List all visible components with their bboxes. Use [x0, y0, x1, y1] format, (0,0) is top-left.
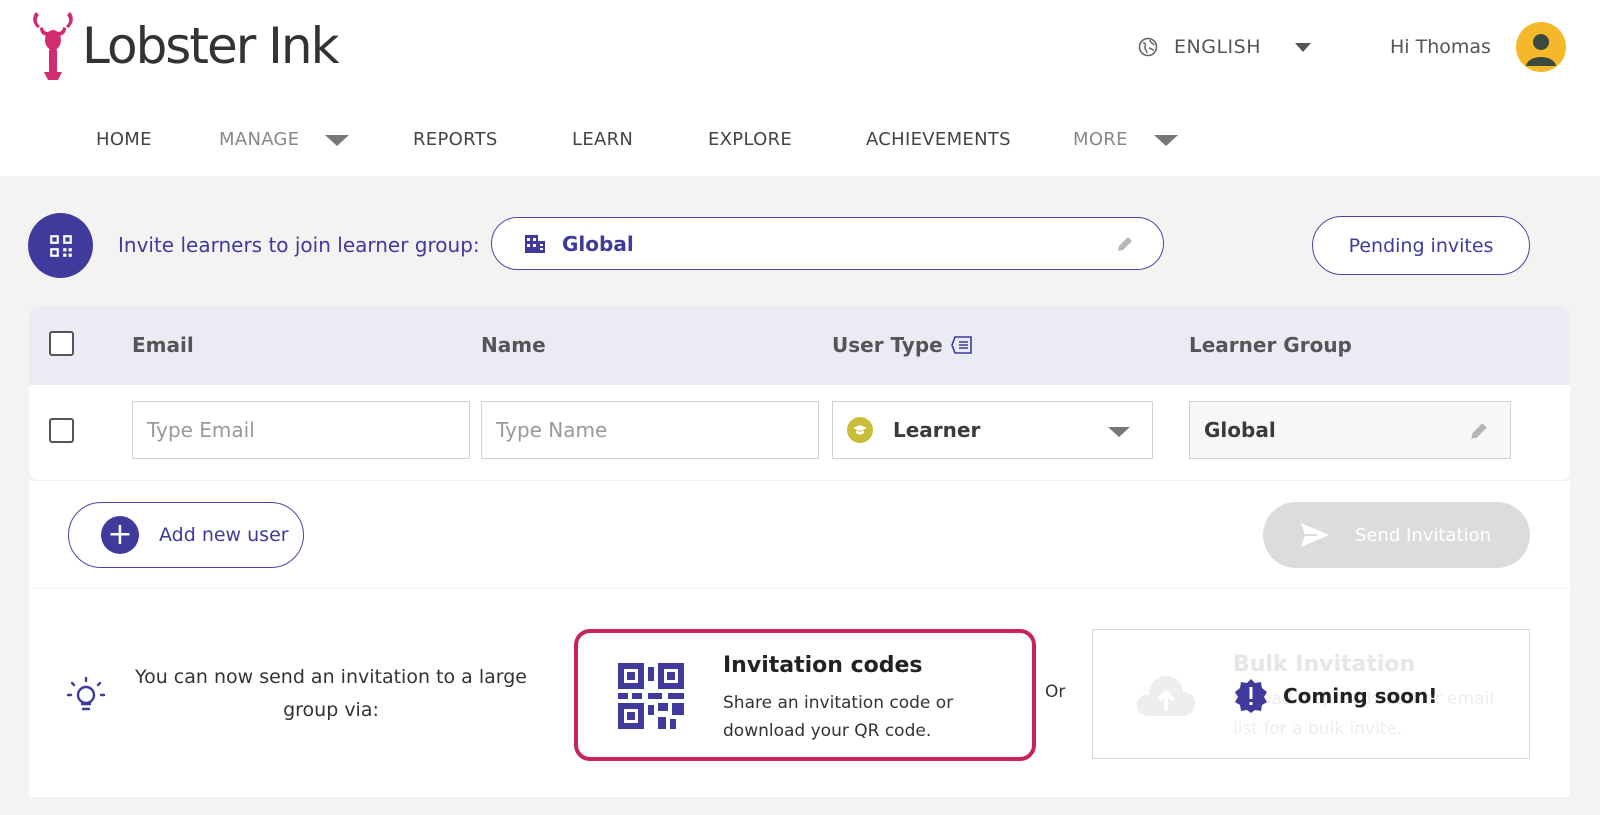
invitation-codes-card[interactable]: Invitation codes Share an invitation cod…	[574, 629, 1036, 761]
language-selector[interactable]: ENGLISH	[1138, 33, 1311, 61]
header-learner-group: Learner Group	[1189, 333, 1352, 357]
name-placeholder: Type Name	[496, 418, 608, 442]
header-divider	[29, 382, 1570, 385]
header-email: Email	[132, 333, 194, 357]
nav-manage-label: MANAGE	[219, 129, 300, 150]
nav-explore[interactable]: EXPLORE	[708, 124, 792, 156]
send-invitation-button[interactable]: Send Invitation	[1263, 502, 1530, 568]
chevron-down-icon	[1153, 134, 1178, 146]
learner-group-field-value: Global	[1204, 418, 1276, 442]
nav-more[interactable]: MORE	[1073, 124, 1178, 156]
plus-icon: +	[101, 516, 139, 554]
invitation-codes-title: Invitation codes	[723, 653, 923, 678]
globe-icon	[1138, 37, 1158, 57]
graduation-cap-icon	[847, 417, 873, 443]
nav-home[interactable]: HOME	[96, 124, 152, 156]
email-field[interactable]: Type Email	[132, 401, 470, 459]
lobster-icon	[33, 12, 73, 80]
coming-soon-badge: Coming soon!	[1233, 678, 1437, 714]
user-icon	[1526, 34, 1556, 66]
avatar[interactable]	[1516, 22, 1566, 72]
cloud-upload-icon	[1136, 675, 1196, 716]
alert-badge-icon	[1235, 679, 1267, 713]
qr-badge	[28, 213, 93, 278]
learner-group-field[interactable]: Global	[1189, 401, 1511, 459]
pencil-icon[interactable]	[1115, 234, 1135, 254]
user-greeting: Hi Thomas	[1390, 36, 1491, 58]
info-list-icon[interactable]	[950, 335, 973, 355]
qr-code-icon	[49, 234, 72, 257]
invite-label: Invite learners to join learner group:	[118, 233, 480, 257]
name-field[interactable]: Type Name	[481, 401, 819, 459]
email-placeholder: Type Email	[147, 418, 255, 442]
header-user-type-label: User Type	[832, 333, 943, 357]
building-icon	[525, 234, 545, 253]
table-header: Email Name User Type Learner Group	[29, 306, 1570, 382]
lightbulb-icon	[66, 676, 106, 711]
bulk-invitation-title: Bulk Invitation	[1233, 652, 1416, 677]
row-checkbox[interactable]	[49, 418, 74, 443]
bulk-hint-text: You can now send an invitation to a larg…	[135, 666, 527, 721]
nav-learn[interactable]: LEARN	[572, 124, 633, 156]
brand-name: Lobster Ink	[82, 17, 340, 75]
select-all-checkbox[interactable]	[49, 331, 74, 356]
chevron-down-icon	[1108, 427, 1130, 437]
learner-group-select[interactable]: Global	[491, 217, 1164, 270]
or-separator: Or	[1045, 682, 1066, 702]
top-header: Lobster Ink ENGLISH Hi Thomas HOME MANAG…	[0, 0, 1600, 176]
chevron-down-icon	[325, 134, 350, 146]
nav-achievements[interactable]: ACHIEVEMENTS	[866, 124, 1011, 156]
pencil-icon[interactable]	[1468, 420, 1490, 442]
bulk-options-panel: You can now send an invitation to a larg…	[29, 589, 1570, 797]
nav-more-label: MORE	[1073, 129, 1128, 150]
chevron-down-icon	[1294, 42, 1311, 52]
nav-manage[interactable]: MANAGE	[219, 124, 350, 156]
user-type-select[interactable]: Learner	[832, 401, 1153, 459]
qr-code-icon	[618, 663, 684, 729]
add-user-button[interactable]: + Add new user	[68, 502, 304, 568]
header-name: Name	[481, 333, 546, 357]
invite-table: Email Name User Type Learner Group Type …	[29, 306, 1570, 480]
nav-reports[interactable]: REPORTS	[413, 124, 498, 156]
bulk-invitation-card: Bulk Invitation Upload a spreadsheet or …	[1092, 629, 1530, 759]
send-invitation-label: Send Invitation	[1355, 524, 1491, 546]
main-nav: HOME MANAGE REPORTS LEARN EXPLORE ACHIEV…	[0, 124, 1600, 156]
invitation-codes-description: Share an invitation code or download you…	[723, 693, 954, 741]
actions-bar: + Add new user Send Invitation	[29, 481, 1570, 588]
header-user-type: User Type	[832, 330, 973, 360]
add-user-label: Add new user	[159, 524, 289, 546]
learner-group-value: Global	[562, 231, 634, 256]
coming-soon-label: Coming soon!	[1283, 684, 1438, 708]
brand-logo[interactable]: Lobster Ink	[30, 10, 340, 82]
user-type-value: Learner	[893, 418, 981, 442]
pending-invites-button[interactable]: Pending invites	[1312, 216, 1530, 275]
send-icon	[1301, 523, 1329, 547]
language-label: ENGLISH	[1174, 36, 1261, 58]
